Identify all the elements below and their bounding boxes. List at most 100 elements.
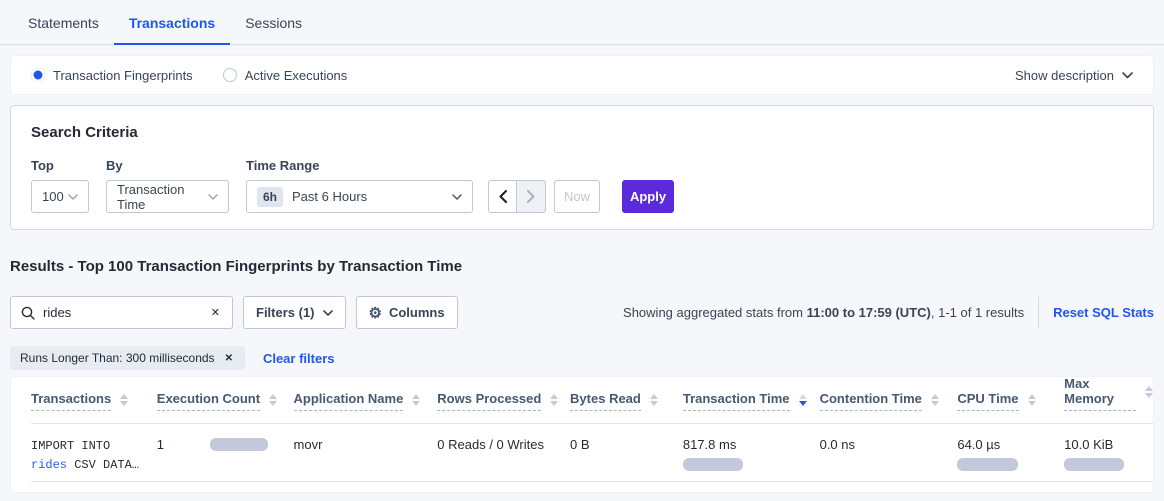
sort-desc-icon — [799, 394, 807, 406]
max-memory-value: 10.0 KiB — [1064, 437, 1153, 452]
transaction-time-cell: 817.8 ms — [683, 437, 820, 471]
time-step-back-button[interactable] — [488, 180, 517, 213]
sort-icon — [269, 394, 277, 406]
column-header-transactions[interactable]: Transactions — [31, 391, 157, 411]
transaction-statement-line2: rides CSV DATA… — [31, 456, 157, 475]
by-select-value: Transaction Time — [117, 182, 208, 212]
now-button[interactable]: Now — [554, 180, 600, 213]
stats-text-prefix: Showing aggregated stats from — [623, 305, 807, 320]
apply-button[interactable]: Apply — [622, 180, 674, 213]
sort-icon — [1028, 394, 1036, 406]
tab-sessions[interactable]: Sessions — [230, 0, 317, 45]
chevron-right-icon — [527, 190, 535, 203]
execution-count-bar — [210, 438, 268, 451]
transaction-fingerprint-cell[interactable]: IMPORT INTO rides CSV DATA… — [31, 437, 157, 475]
time-range-label: Time Range — [246, 158, 488, 173]
sort-icon — [550, 394, 558, 406]
transaction-time-bar — [683, 458, 743, 471]
reset-sql-stats-link[interactable]: Reset SQL Stats — [1053, 305, 1154, 320]
filter-pill-label: Runs Longer Than: 300 milliseconds — [20, 351, 215, 365]
time-step-forward-button[interactable] — [517, 180, 546, 213]
top-select[interactable]: 100 — [31, 180, 89, 213]
aggregated-stats: Showing aggregated stats from 11:00 to 1… — [623, 297, 1154, 329]
column-header-cpu-time[interactable]: CPU Time — [957, 391, 1064, 411]
chevron-down-icon — [1122, 72, 1133, 79]
transaction-time-value: 817.8 ms — [683, 437, 820, 452]
filter-pill: Runs Longer Than: 300 milliseconds ✕ — [10, 346, 245, 370]
chevron-down-icon — [68, 194, 78, 200]
radio-active-executions[interactable]: Active Executions — [223, 68, 348, 83]
by-label: By — [106, 158, 246, 173]
tab-statements[interactable]: Statements — [13, 0, 114, 45]
column-header-max-memory[interactable]: Max Memory — [1064, 376, 1153, 411]
results-controls: ✕ Filters (1) ⚙ Columns Showing aggregat… — [10, 296, 1154, 329]
search-criteria-title: Search Criteria — [31, 124, 1133, 141]
radio-label: Active Executions — [245, 68, 348, 83]
column-header-transaction-time[interactable]: Transaction Time — [683, 391, 820, 411]
radio-transaction-fingerprints[interactable]: Transaction Fingerprints — [31, 68, 193, 83]
sort-icon — [650, 394, 658, 406]
chevron-down-icon — [452, 194, 462, 200]
chevron-down-icon — [323, 310, 333, 316]
radio-label: Transaction Fingerprints — [53, 68, 193, 83]
table-name-link[interactable]: rides — [31, 458, 67, 472]
execution-count-value: 1 — [157, 437, 164, 452]
vertical-divider — [1038, 297, 1039, 329]
max-memory-cell: 10.0 KiB — [1064, 437, 1153, 471]
stats-text-suffix: , 1-1 of 1 results — [931, 305, 1024, 320]
show-description-toggle[interactable]: Show description — [1015, 68, 1133, 83]
filters-button[interactable]: Filters (1) — [243, 296, 346, 329]
time-step-group — [488, 180, 546, 213]
results-table: Transactions Execution Count Application… — [10, 376, 1154, 493]
cpu-time-bar — [957, 458, 1018, 471]
tab-bar: Statements Transactions Sessions — [0, 0, 1164, 45]
sort-icon — [1145, 386, 1153, 398]
show-description-label: Show description — [1015, 68, 1114, 83]
column-header-rows-processed[interactable]: Rows Processed — [437, 391, 570, 411]
transaction-statement-line1: IMPORT INTO — [31, 437, 157, 456]
active-filters-row: Runs Longer Than: 300 milliseconds ✕ Cle… — [10, 346, 1154, 370]
gear-icon: ⚙ — [369, 304, 382, 322]
sort-icon — [412, 394, 420, 406]
execution-count-cell: 1 — [157, 437, 294, 452]
by-select[interactable]: Transaction Time — [106, 180, 229, 213]
chevron-left-icon — [499, 190, 507, 203]
columns-button[interactable]: ⚙ Columns — [356, 296, 458, 329]
column-header-execution-count[interactable]: Execution Count — [157, 391, 294, 411]
search-box[interactable]: ✕ — [10, 296, 233, 329]
table-row: IMPORT INTO rides CSV DATA… 1 movr 0 Rea… — [31, 424, 1153, 482]
search-input[interactable] — [43, 305, 209, 320]
clear-filters-link[interactable]: Clear filters — [263, 351, 335, 366]
view-toggle-bar: Transaction Fingerprints Active Executio… — [10, 55, 1154, 95]
search-criteria-panel: Search Criteria Top 100 By Transaction T… — [10, 105, 1154, 230]
results-heading: Results - Top 100 Transaction Fingerprin… — [10, 258, 1154, 275]
cpu-time-cell: 64.0 µs — [957, 437, 1064, 471]
chevron-down-icon — [208, 194, 218, 200]
clear-search-icon[interactable]: ✕ — [209, 304, 222, 321]
stats-time-range: 11:00 to 17:59 (UTC) — [807, 305, 931, 320]
time-range-value: Past 6 Hours — [292, 189, 452, 204]
radio-unselected-icon — [223, 68, 237, 82]
top-select-value: 100 — [42, 189, 68, 204]
radio-selected-icon — [31, 68, 45, 82]
search-icon — [21, 306, 35, 320]
bytes-read-cell: 0 B — [570, 437, 683, 452]
table-header-row: Transactions Execution Count Application… — [31, 377, 1153, 424]
tab-transactions[interactable]: Transactions — [114, 0, 230, 45]
time-range-badge: 6h — [257, 187, 283, 207]
time-range-select[interactable]: 6h Past 6 Hours — [246, 180, 473, 213]
columns-button-label: Columns — [389, 305, 445, 320]
rows-processed-cell: 0 Reads / 0 Writes — [437, 437, 570, 452]
sort-icon — [120, 394, 128, 406]
cpu-time-value: 64.0 µs — [957, 437, 1064, 452]
contention-time-cell: 0.0 ns — [820, 437, 958, 452]
sort-icon — [931, 394, 939, 406]
top-label: Top — [31, 158, 106, 173]
filters-button-label: Filters (1) — [256, 305, 315, 320]
remove-filter-icon[interactable]: ✕ — [223, 351, 235, 366]
application-name-cell: movr — [294, 437, 438, 452]
max-memory-bar — [1064, 458, 1124, 471]
column-header-bytes-read[interactable]: Bytes Read — [570, 391, 683, 411]
column-header-contention-time[interactable]: Contention Time — [820, 391, 958, 411]
column-header-application-name[interactable]: Application Name — [294, 391, 438, 411]
